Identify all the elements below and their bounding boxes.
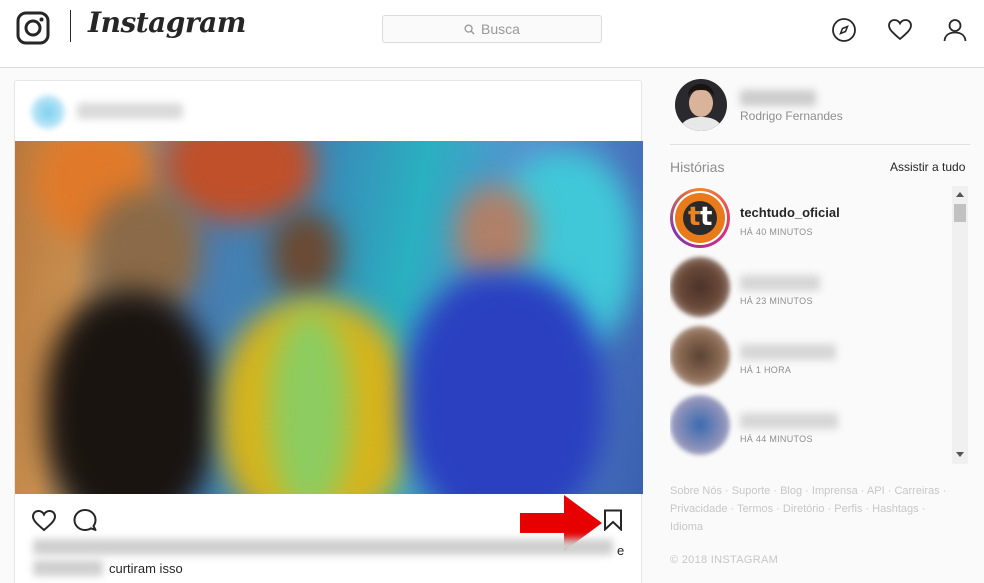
story-timestamp: HÁ 40 MINUTOS: [740, 227, 813, 237]
footer-link[interactable]: Carreiras: [894, 485, 939, 497]
story-timestamp: HÁ 23 MINUTOS: [740, 296, 813, 306]
instagram-wordmark[interactable]: Instagram: [88, 6, 246, 39]
footer-link[interactable]: Hashtags: [872, 503, 918, 515]
search-input[interactable]: Busca: [382, 15, 602, 43]
sidebar-divider: [670, 144, 970, 145]
likes-text: curtiram isso: [109, 561, 183, 576]
search-placeholder: Busca: [481, 21, 520, 37]
feed-post: e curtiram isso: [14, 80, 643, 583]
story-username-blurred[interactable]: [740, 275, 820, 291]
bookmark-icon[interactable]: [603, 509, 623, 531]
post-author-username-blurred[interactable]: [77, 103, 183, 119]
compass-icon[interactable]: [831, 17, 857, 43]
heart-icon[interactable]: [31, 508, 57, 532]
story-timestamp: HÁ 44 MINUTOS: [740, 434, 813, 444]
story-item[interactable]: HÁ 23 MINUTOS: [670, 257, 950, 323]
footer-link[interactable]: Imprensa: [812, 485, 858, 497]
scrollbar-thumb[interactable]: [954, 204, 966, 222]
footer-link[interactable]: Termos: [737, 503, 773, 515]
story-item[interactable]: HÁ 44 MINUTOS: [670, 395, 950, 461]
logo-divider: [70, 10, 71, 42]
copyright-text: © 2018 INSTAGRAM: [670, 554, 779, 566]
current-user-full-name: Rodrigo Fernandes: [740, 109, 843, 123]
heart-icon[interactable]: [887, 17, 913, 43]
stories-heading: Histórias: [670, 159, 725, 175]
likes-usernames-blurred: [33, 539, 613, 555]
instagram-logo-icon[interactable]: [16, 11, 50, 45]
footer-link[interactable]: Perfis: [834, 503, 862, 515]
footer-link[interactable]: Suporte: [732, 485, 771, 497]
current-user-avatar[interactable]: [675, 79, 727, 131]
story-avatar[interactable]: [670, 326, 730, 386]
story-username-blurred[interactable]: [740, 413, 838, 429]
story-item[interactable]: HÁ 1 HORA: [670, 326, 950, 392]
likes-conjunction: e: [617, 543, 625, 558]
scroll-down-arrow-icon[interactable]: [956, 452, 964, 457]
stories-list: t t techtudo_oficial HÁ 40 MINUTOS HÁ 23…: [670, 186, 968, 464]
story-username[interactable]: techtudo_oficial: [740, 205, 840, 220]
post-author-avatar[interactable]: [31, 95, 65, 129]
footer-links: Sobre Nós · Suporte · Blog · Imprensa · …: [670, 485, 947, 533]
watch-all-stories-link[interactable]: Assistir a tudo: [890, 160, 965, 174]
story-avatar[interactable]: [670, 395, 730, 455]
story-timestamp: HÁ 1 HORA: [740, 365, 792, 375]
story-username-blurred[interactable]: [740, 344, 836, 360]
story-item[interactable]: t t techtudo_oficial HÁ 40 MINUTOS: [670, 188, 950, 254]
current-user-username-blurred[interactable]: [740, 90, 816, 106]
profile-icon[interactable]: [942, 17, 968, 43]
likes-usernames-blurred: [33, 560, 103, 576]
footer-link[interactable]: Idioma: [670, 521, 703, 533]
stories-scrollbar[interactable]: [952, 186, 968, 464]
footer-link[interactable]: API: [867, 485, 885, 497]
footer-link[interactable]: Sobre Nós: [670, 485, 722, 497]
scroll-up-arrow-icon[interactable]: [956, 192, 964, 197]
search-icon: [464, 23, 475, 35]
footer-link[interactable]: Blog: [780, 485, 802, 497]
comment-icon[interactable]: [73, 508, 97, 532]
story-avatar[interactable]: [670, 257, 730, 317]
footer-link[interactable]: Diretório: [783, 503, 825, 515]
post-image[interactable]: [15, 141, 643, 494]
story-avatar[interactable]: t t: [670, 188, 730, 248]
top-navigation-bar: Instagram Busca: [0, 0, 984, 68]
avatar-photo: [675, 79, 727, 131]
footer-link[interactable]: Privacidade: [670, 503, 727, 515]
